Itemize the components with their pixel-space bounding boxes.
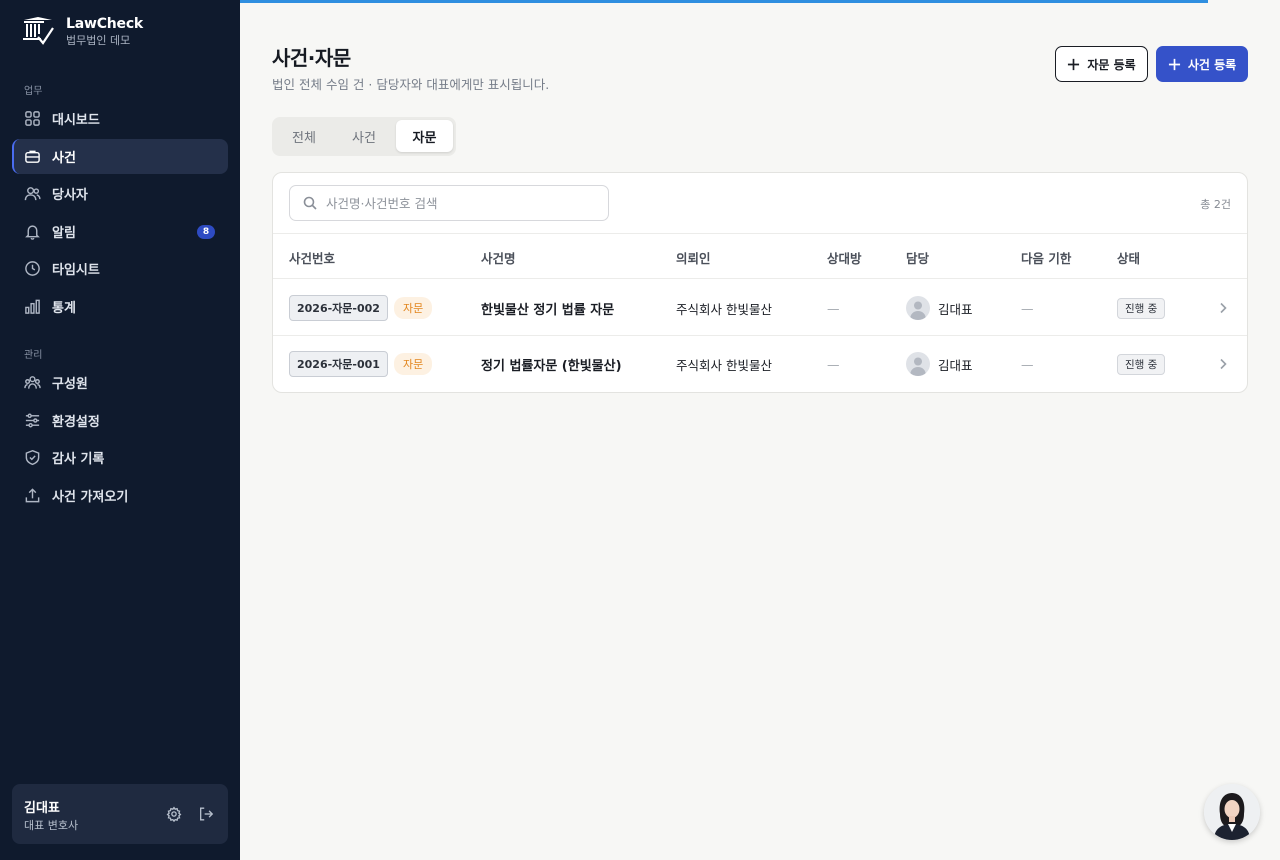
avatar <box>906 296 930 320</box>
owner-name: 김대표 <box>938 301 973 317</box>
sidebar-item-label: 사건 가져오기 <box>52 490 129 505</box>
sidebar-item-cases[interactable]: 사건 <box>12 139 228 174</box>
brand[interactable]: LawCheck 법무법인 데모 <box>22 16 143 48</box>
deadline-value: — <box>1021 356 1034 372</box>
type-badge: 자문 <box>393 353 433 375</box>
nav-section-admin: 관리 <box>24 350 43 361</box>
alert-count-badge: 8 <box>197 225 215 239</box>
clock-icon <box>24 260 41 277</box>
client-name: 주식회사 한빛물산 <box>676 357 772 373</box>
filter-tabs: 전체 사건 자문 <box>272 117 456 156</box>
assistant-avatar[interactable] <box>1204 784 1260 840</box>
client-name: 주식회사 한빛물산 <box>676 301 772 317</box>
chevron-right-icon[interactable] <box>1216 301 1230 315</box>
sidebar-item-settings[interactable]: 환경설정 <box>12 403 228 438</box>
sidebar-item-parties[interactable]: 당사자 <box>12 176 228 211</box>
add-advice-button[interactable]: 자문 등록 <box>1055 46 1148 82</box>
sidebar-item-timesheet[interactable]: 타임시트 <box>12 251 228 286</box>
assistant-portrait-icon <box>1204 784 1260 840</box>
case-number-chip: 2026-자문-002 <box>289 295 388 321</box>
sidebar-item-members[interactable]: 구성원 <box>12 365 228 400</box>
sidebar-item-import[interactable]: 사건 가져오기 <box>12 478 228 513</box>
column-header-status[interactable]: 상태 <box>1117 248 1140 267</box>
sidebar-item-label: 통계 <box>52 301 76 316</box>
upload-icon <box>24 487 41 504</box>
avatar <box>906 352 930 376</box>
sidebar-item-label: 대시보드 <box>52 113 100 128</box>
grid-icon <box>24 110 41 127</box>
brand-subtitle: 법무법인 데모 <box>66 34 131 47</box>
table-row[interactable]: 2026-자문-002 자문 한빛물산 정기 법률 자문 주식회사 한빛물산 —… <box>273 280 1247 336</box>
column-header-owner[interactable]: 담당 <box>906 248 929 267</box>
nav-section-work: 업무 <box>24 86 43 97</box>
sidebar-item-label: 사건 <box>52 151 76 166</box>
sidebar-item-label: 감사 기록 <box>52 452 105 467</box>
opponent-value: — <box>827 356 840 372</box>
users-icon <box>24 185 41 202</box>
table-row[interactable]: 2026-자문-001 자문 정기 법률자문 (한빛물산) 주식회사 한빛물산 … <box>273 336 1247 392</box>
sidebar-item-stats[interactable]: 통계 <box>12 289 228 324</box>
case-name[interactable]: 한빛물산 정기 법률 자문 <box>481 280 614 336</box>
user-role: 대표 변호사 <box>24 819 79 832</box>
column-header-deadline[interactable]: 다음 기한 <box>1021 248 1071 267</box>
table-header: 사건번호 사건명 의뢰인 상대방 담당 다음 기한 상태 <box>273 233 1247 279</box>
courthouse-check-logo <box>23 17 54 45</box>
briefcase-icon <box>24 148 41 165</box>
plus-icon <box>1068 58 1080 70</box>
settings-gear-icon[interactable] <box>166 806 182 823</box>
add-case-label: 사건 등록 <box>1187 57 1237 72</box>
sidebar-item-label: 타임시트 <box>52 263 100 278</box>
top-progress-bar <box>240 0 1208 3</box>
search-input[interactable] <box>326 195 596 211</box>
sidebar-item-alerts[interactable]: 알림 8 <box>12 214 228 249</box>
column-header-client[interactable]: 의뢰인 <box>676 248 711 267</box>
total-count: 총 2건 <box>1200 198 1231 211</box>
team-icon <box>24 374 41 391</box>
add-advice-label: 자문 등록 <box>1087 57 1136 72</box>
chevron-right-icon[interactable] <box>1216 357 1230 371</box>
sidebar-item-label: 당사자 <box>52 188 88 203</box>
page-subtitle: 법인 전체 수임 건 · 담당자와 대표에게만 표시됩니다. <box>272 77 550 92</box>
sidebar-item-label: 구성원 <box>52 377 88 392</box>
tab-all[interactable]: 전체 <box>276 120 332 152</box>
opponent-value: — <box>827 300 840 316</box>
logout-icon[interactable] <box>198 806 214 822</box>
user-card: 김대표 대표 변호사 <box>12 784 228 844</box>
add-case-button[interactable]: 사건 등록 <box>1156 46 1248 82</box>
column-header-case-no[interactable]: 사건번호 <box>289 248 335 267</box>
search-icon <box>303 196 317 210</box>
user-name: 김대표 <box>24 801 60 816</box>
bell-icon <box>24 223 41 240</box>
status-badge: 진행 중 <box>1117 297 1166 319</box>
shield-icon <box>24 449 41 466</box>
bar-chart-icon <box>24 298 41 315</box>
plus-icon <box>1168 58 1180 70</box>
sidebar-item-label: 환경설정 <box>52 415 100 430</box>
status-badge: 진행 중 <box>1117 353 1166 375</box>
sidebar-item-label: 알림 <box>52 226 76 241</box>
sidebar-item-dashboard[interactable]: 대시보드 <box>12 101 228 136</box>
sidebar-item-audit-log[interactable]: 감사 기록 <box>12 440 228 475</box>
case-name[interactable]: 정기 법률자문 (한빛물산) <box>481 336 622 392</box>
owner-name: 김대표 <box>938 357 973 373</box>
sidebar: LawCheck 법무법인 데모 업무 대시보드 사건 당사자 알림 8 타임시… <box>0 0 240 860</box>
page-title: 사건·자문 <box>272 46 351 70</box>
sliders-icon <box>24 412 41 429</box>
deadline-value: — <box>1021 300 1034 316</box>
type-badge: 자문 <box>393 297 433 319</box>
tab-advice[interactable]: 자문 <box>396 120 453 152</box>
search-box[interactable] <box>289 185 609 221</box>
brand-name: LawCheck <box>66 16 144 32</box>
tab-cases[interactable]: 사건 <box>336 120 392 152</box>
column-header-case-name[interactable]: 사건명 <box>481 248 516 267</box>
column-header-opponent[interactable]: 상대방 <box>827 248 862 267</box>
cases-table-card: 총 2건 사건번호 사건명 의뢰인 상대방 담당 다음 기한 상태 2026-자… <box>272 172 1248 393</box>
case-number-chip: 2026-자문-001 <box>289 351 388 377</box>
